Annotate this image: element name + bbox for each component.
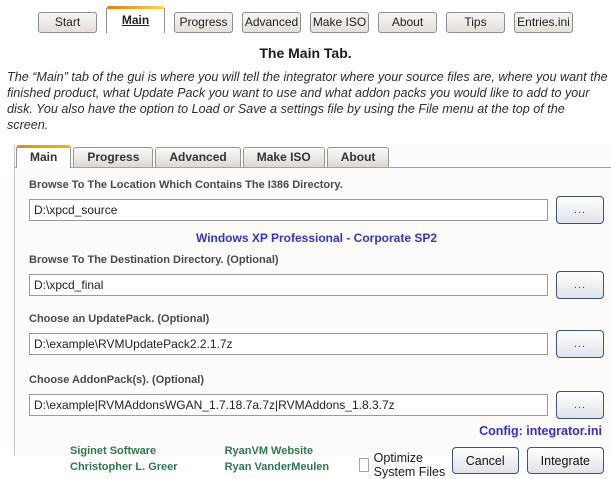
destination-directory-row: ... — [29, 271, 604, 299]
siginet-software-link[interactable]: Siginet Software — [70, 444, 178, 460]
credit-column-siginet: Siginet Software Christopher L. Greer — [70, 444, 178, 476]
source-location-input[interactable] — [29, 199, 548, 221]
updatepack-input[interactable] — [29, 333, 548, 355]
app-tab-progress[interactable]: Progress — [73, 147, 154, 167]
app-tab-main[interactable]: Main — [16, 145, 72, 168]
detected-os-info: Windows XP Professional - Corporate SP2 — [195, 231, 438, 245]
credits: Siginet Software Christopher L. Greer Ry… — [70, 444, 329, 476]
destination-directory-label: Browse To The Destination Directory. (Op… — [29, 254, 279, 266]
help-tab-advanced[interactable]: Advanced — [242, 12, 301, 33]
help-tab-entries-ini[interactable]: Entries.ini — [514, 12, 573, 33]
credit-column-ryanvm: RyanVM Website Ryan VanderMeulen — [225, 444, 330, 476]
help-tab-start[interactable]: Start — [38, 12, 97, 33]
ryan-vandermeulen-link[interactable]: Ryan VanderMeulen — [225, 460, 330, 476]
destination-directory-input[interactable] — [29, 274, 548, 296]
integrate-button[interactable]: Integrate — [526, 447, 604, 474]
integrator-app-panel: Main Progress Advanced Make ISO About Br… — [14, 145, 611, 479]
addonpack-row: ... — [29, 391, 604, 419]
addonpack-label: Choose AddonPack(s). (Optional) — [29, 374, 204, 386]
optimize-system-files-label: Optimize System Files — [373, 451, 446, 479]
app-panel-body: Browse To The Location Which Contains Th… — [15, 179, 611, 479]
source-location-row: ... — [29, 196, 604, 224]
source-browse-button[interactable]: ... — [556, 196, 604, 224]
page-intro: The “Main” tab of the gui is where you w… — [7, 70, 608, 132]
app-tab-advanced[interactable]: Advanced — [155, 147, 241, 167]
bottom-row: Siginet Software Christopher L. Greer Ry… — [29, 444, 604, 479]
updatepack-browse-button[interactable]: ... — [556, 330, 604, 358]
page-title: The Main Tab. — [259, 45, 352, 61]
christopher-greer-link[interactable]: Christopher L. Greer — [70, 460, 178, 476]
optimize-group: Optimize System Files — [359, 451, 452, 479]
help-tab-progress[interactable]: Progress — [174, 12, 233, 33]
app-tab-about[interactable]: About — [326, 147, 390, 167]
app-tabbar: Main Progress Advanced Make ISO About — [15, 145, 611, 168]
help-tab-about[interactable]: About — [378, 12, 437, 33]
help-tab-main[interactable]: Main — [106, 6, 165, 33]
source-location-label: Browse To The Location Which Contains Th… — [29, 179, 343, 191]
help-tab-tips[interactable]: Tips — [446, 12, 505, 33]
ryanvm-website-link[interactable]: RyanVM Website — [225, 444, 330, 460]
help-tabbar: Start Main Progress Advanced Make ISO Ab… — [38, 5, 573, 33]
updatepack-row: ... — [29, 330, 604, 358]
addonpack-browse-button[interactable]: ... — [556, 391, 604, 419]
config-file-indicator: Config: integrator.ini — [479, 424, 602, 438]
optimize-system-files-checkbox[interactable] — [359, 458, 369, 472]
app-tab-make-iso[interactable]: Make ISO — [242, 147, 325, 167]
cancel-button[interactable]: Cancel — [451, 447, 519, 474]
help-tab-make-iso[interactable]: Make ISO — [310, 12, 369, 33]
destination-browse-button[interactable]: ... — [556, 271, 604, 299]
action-buttons: Cancel Integrate — [451, 447, 604, 474]
addonpack-input[interactable] — [29, 394, 548, 416]
updatepack-label: Choose an UpdatePack. (Optional) — [29, 313, 210, 325]
